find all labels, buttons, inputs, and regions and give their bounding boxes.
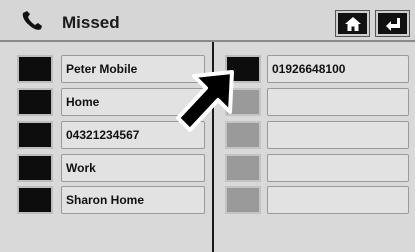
entry-select-button: [225, 154, 261, 182]
back-button[interactable]: [375, 10, 410, 37]
list-item[interactable]: Sharon Home: [17, 186, 207, 214]
list-item: [225, 88, 411, 116]
list-item[interactable]: Work: [17, 154, 207, 182]
entry-label: [267, 121, 409, 149]
entry-select-button[interactable]: [17, 88, 53, 116]
list-item: [225, 121, 411, 149]
missed-calls-screen: Missed Peter Mobile Home 04321234567 Wor…: [0, 0, 415, 252]
entry-select-button: [225, 186, 261, 214]
entry-select-button[interactable]: [17, 121, 53, 149]
entry-label[interactable]: Sharon Home: [61, 186, 205, 214]
pointer-arrow-icon: [176, 70, 234, 132]
list-item: [225, 186, 411, 214]
entry-select-button[interactable]: [17, 154, 53, 182]
entry-select-button[interactable]: [17, 186, 53, 214]
list-item[interactable]: 01926648100: [225, 55, 411, 83]
header-bar: Missed: [0, 0, 415, 42]
entry-select-button[interactable]: [17, 55, 53, 83]
entry-label: [267, 88, 409, 116]
page-title: Missed: [62, 13, 120, 32]
entry-label[interactable]: 01926648100: [267, 55, 409, 83]
home-icon: [344, 16, 361, 31]
home-button[interactable]: [335, 10, 370, 37]
entry-label: [267, 154, 409, 182]
back-arrow-icon: [385, 17, 400, 31]
entry-label: [267, 186, 409, 214]
list-item: [225, 154, 411, 182]
entry-label[interactable]: Work: [61, 154, 205, 182]
phone-handset-icon: [22, 11, 42, 30]
